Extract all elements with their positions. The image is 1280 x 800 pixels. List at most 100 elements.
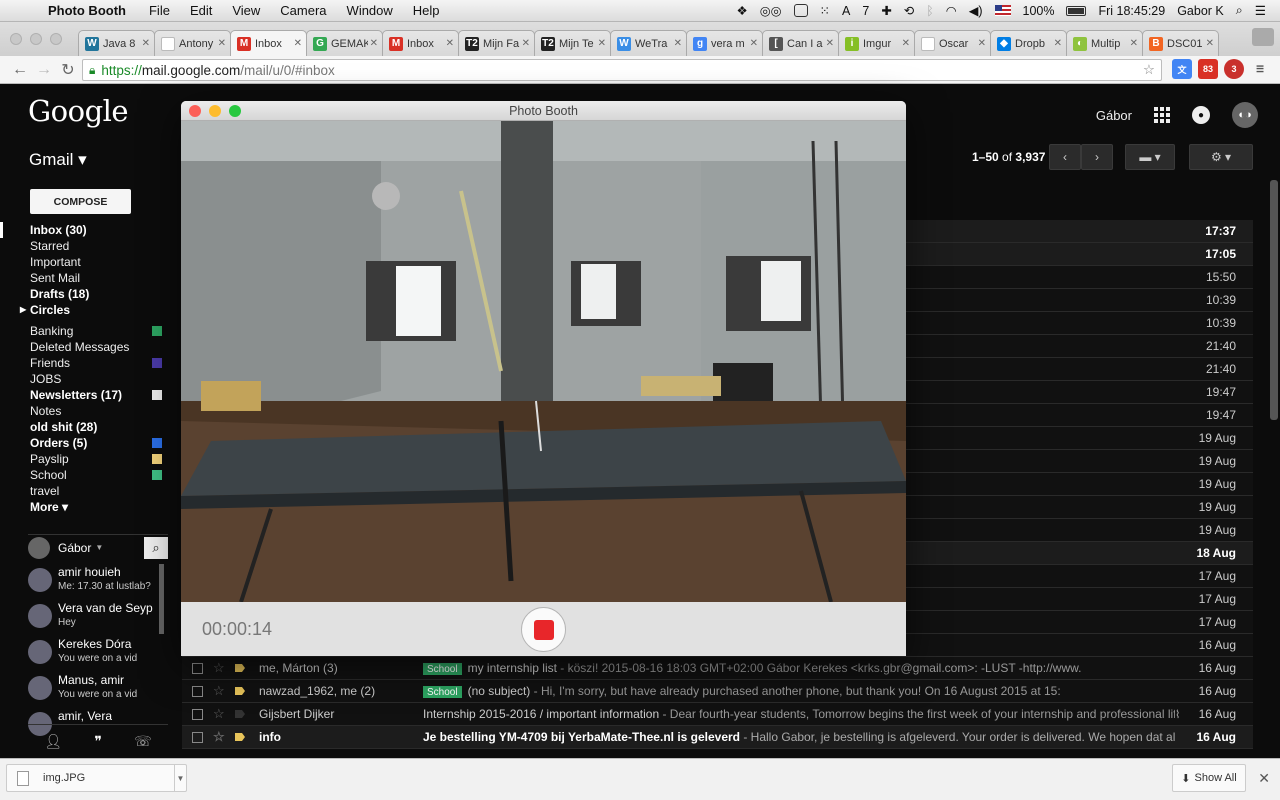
close-tab-icon[interactable]: ✕ — [370, 38, 378, 49]
pb-minimize-button[interactable] — [209, 105, 221, 117]
browser-tab[interactable]: Oscar ✕ — [914, 30, 991, 56]
volume-icon[interactable]: ◀) — [969, 3, 983, 18]
browser-tab[interactable]: W WeTra ✕ — [610, 30, 687, 56]
photo-booth-titlebar[interactable]: Photo Booth — [181, 101, 906, 121]
reload-icon[interactable]: ↻ — [56, 60, 80, 80]
importance-marker-icon[interactable] — [235, 710, 245, 718]
label-color-swatch[interactable] — [152, 438, 162, 448]
menu-window[interactable]: Window — [337, 3, 403, 18]
table-row[interactable]: ☆ info Je bestelling YM-4709 bij YerbaMate… — [182, 726, 1253, 749]
bookmark-star-icon[interactable]: ☆ — [1143, 62, 1155, 78]
download-item[interactable]: img.JPG ▼ — [6, 764, 187, 792]
menu-file[interactable]: File — [139, 3, 180, 18]
close-window-button[interactable] — [10, 33, 22, 45]
stop-recording-button[interactable] — [521, 607, 566, 652]
profile-icon[interactable] — [1252, 28, 1274, 46]
user-name[interactable]: Gabor K — [1177, 4, 1224, 18]
account-name[interactable]: Gábor — [1096, 108, 1132, 123]
menu-view[interactable]: View — [222, 3, 270, 18]
close-tab-icon[interactable]: ✕ — [674, 38, 682, 49]
close-tab-icon[interactable]: ✕ — [446, 38, 454, 49]
adobe-tray-icon[interactable]: A — [842, 4, 850, 18]
compose-button[interactable]: COMPOSE — [30, 189, 131, 214]
browser-tab[interactable]: ◆ Dropb ✕ — [990, 30, 1067, 56]
sidebar-label[interactable]: School — [0, 467, 170, 483]
sidebar-label[interactable]: Notes — [0, 403, 170, 419]
label-chip[interactable]: School — [423, 663, 462, 675]
forward-icon[interactable]: → — [32, 61, 56, 79]
close-tab-icon[interactable]: ✕ — [902, 38, 910, 49]
show-all-downloads-button[interactable]: ⬇ Show All — [1172, 764, 1246, 792]
plus-tray-icon[interactable]: ✚ — [881, 3, 891, 18]
chat-user-name[interactable]: Gábor — [58, 541, 91, 555]
sidebar-label[interactable]: ▶ Circles — [0, 302, 170, 318]
browser-tab[interactable]: Antony ✕ — [154, 30, 231, 56]
address-bar[interactable]: 🔒︎ https://mail.google.com/mail/u/0/#inb… — [82, 59, 1162, 81]
label-color-swatch[interactable] — [152, 358, 162, 368]
zoom-window-button[interactable] — [50, 33, 62, 45]
star-icon[interactable]: ☆ — [213, 706, 229, 722]
chat-avatar[interactable] — [28, 536, 50, 559]
clock[interactable]: Fri 18:45:29 — [1098, 4, 1165, 18]
browser-tab[interactable]: i Imgur ✕ — [838, 30, 915, 56]
label-color-swatch[interactable] — [152, 454, 162, 464]
sidebar-label[interactable]: Inbox (30) — [0, 222, 170, 238]
table-row[interactable]: ☆ nawzad_1962, me (2) School (no subject) -… — [182, 680, 1253, 703]
sidebar-label[interactable]: Sent Mail — [0, 270, 170, 286]
browser-tab[interactable]: M Inbox ✕ — [230, 30, 307, 56]
importance-marker-icon[interactable] — [235, 687, 245, 695]
close-tab-icon[interactable]: ✕ — [522, 38, 530, 49]
browser-tab[interactable]: [Can I a ✕ — [762, 30, 839, 56]
star-icon[interactable]: ☆ — [213, 683, 229, 699]
wifi-icon[interactable]: ◠ — [946, 3, 957, 18]
close-tab-icon[interactable]: ✕ — [218, 38, 226, 49]
avatar[interactable]: ◐◑ — [1232, 102, 1258, 128]
sidebar-label[interactable]: Important — [0, 254, 170, 270]
battery-icon[interactable] — [1066, 5, 1087, 16]
chevron-down-icon[interactable]: ▼ — [174, 765, 186, 791]
sidebar-label[interactable]: travel — [0, 483, 170, 499]
google-logo[interactable]: Google — [28, 94, 129, 128]
browser-tab[interactable]: W Java 8 ✕ — [78, 30, 155, 56]
browser-tab[interactable]: G GEMAK ✕ — [306, 30, 383, 56]
browser-tab[interactable]: M Inbox ✕ — [382, 30, 459, 56]
close-tab-icon[interactable]: ✕ — [598, 38, 606, 49]
close-tab-icon[interactable]: ✕ — [294, 38, 302, 49]
sidebar-label[interactable]: JOBS — [0, 371, 170, 387]
adblock-extension-icon[interactable]: 3 — [1224, 59, 1244, 79]
chat-contact[interactable]: Kerekes Dóra You were on a vid — [28, 636, 156, 672]
gmail-checker-extension-icon[interactable]: 83 — [1198, 59, 1218, 79]
prev-page-button[interactable]: ‹ — [1049, 144, 1081, 170]
sidebar-label[interactable]: Payslip — [0, 451, 170, 467]
next-page-button[interactable]: › — [1081, 144, 1113, 170]
pb-close-button[interactable] — [189, 105, 201, 117]
label-chip[interactable]: School — [423, 686, 462, 698]
minimize-window-button[interactable] — [30, 33, 42, 45]
star-icon[interactable]: ☆ — [213, 660, 229, 676]
sidebar-label[interactable]: Drafts (18) — [0, 286, 170, 302]
close-tab-icon[interactable]: ✕ — [1054, 38, 1062, 49]
menu-help[interactable]: Help — [403, 3, 450, 18]
label-color-swatch[interactable] — [152, 390, 162, 400]
back-icon[interactable]: ← — [8, 61, 32, 79]
close-tab-icon[interactable]: ✕ — [1206, 38, 1214, 49]
row-checkbox[interactable] — [192, 731, 203, 743]
phone-icon[interactable]: ☏ — [134, 733, 152, 750]
sidebar-label[interactable]: Friends — [0, 355, 170, 371]
gmail-menu[interactable]: Gmail ▾ — [29, 150, 87, 170]
close-tab-icon[interactable]: ✕ — [142, 38, 150, 49]
close-icon[interactable]: ✕ — [1258, 770, 1270, 787]
label-color-swatch[interactable] — [152, 470, 162, 480]
glasses-tray-icon[interactable]: ◎◎ — [760, 3, 782, 18]
menu-edit[interactable]: Edit — [180, 3, 222, 18]
row-checkbox[interactable] — [192, 685, 203, 697]
browser-tab[interactable]: ◐ Multip ✕ — [1066, 30, 1143, 56]
notifications-icon[interactable]: ● — [1192, 106, 1210, 124]
grid-tray-icon[interactable]: ⁙ — [820, 3, 830, 18]
dropbox-tray-icon[interactable]: ❖ — [736, 3, 747, 18]
sidebar-label[interactable]: Newsletters (17) — [0, 387, 170, 403]
sidebar-label[interactable]: Starred — [0, 238, 170, 254]
close-tab-icon[interactable]: ✕ — [1130, 38, 1138, 49]
chat-contact[interactable]: Manus, amir You were on a vid — [28, 672, 156, 708]
input-tools-button[interactable]: ▬ ▾ — [1125, 144, 1175, 170]
